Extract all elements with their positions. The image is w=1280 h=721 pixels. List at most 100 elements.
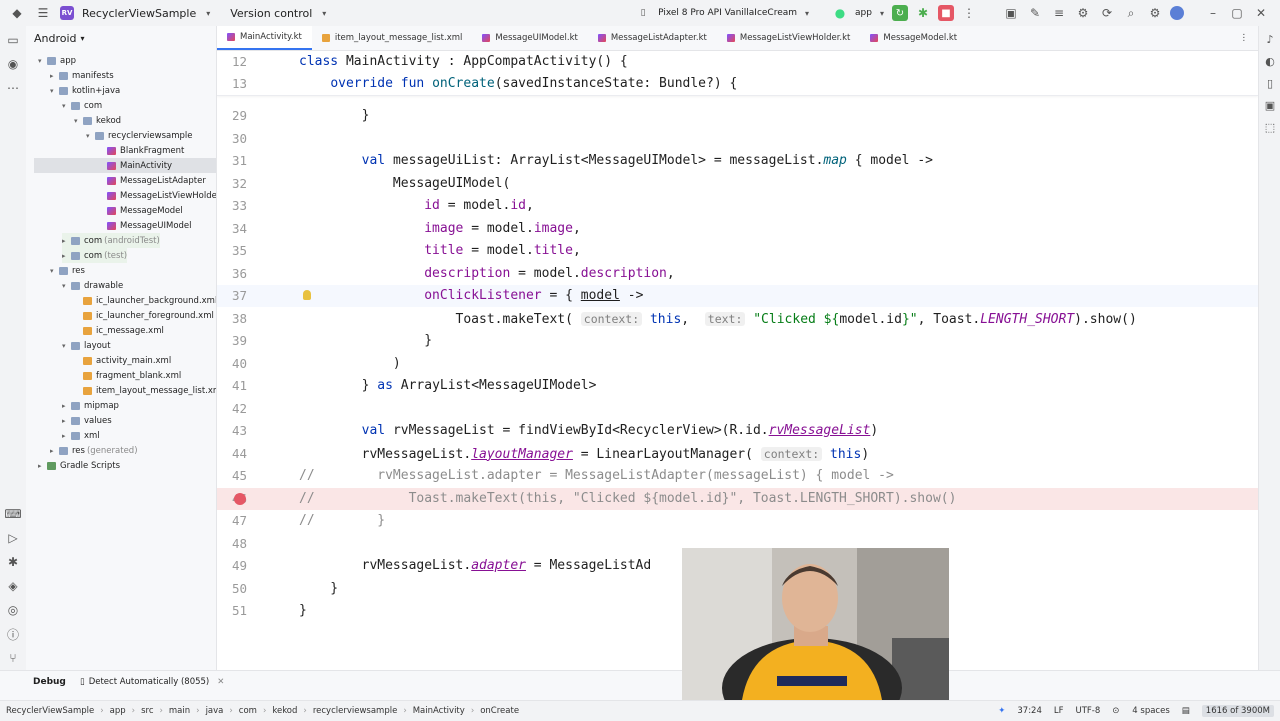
line-number[interactable]: 36 (217, 263, 247, 285)
tree-item[interactable]: ▸ xml (62, 428, 100, 443)
run-config-selector[interactable]: app (855, 8, 872, 18)
line-number[interactable]: 29 (217, 105, 247, 127)
chevron-down-icon[interactable]: ▾ (50, 87, 59, 95)
chevron-right-icon[interactable]: ▸ (38, 462, 47, 470)
breadcrumb-item[interactable]: recyclerviewsample (313, 706, 397, 716)
more-tools-icon[interactable]: ⋯ (0, 76, 26, 100)
code-line[interactable]: 13 override fun onCreate(savedInstanceSt… (217, 73, 1258, 95)
caret-position[interactable]: 37:24 (1017, 706, 1042, 716)
tree-item[interactable]: fragment_blank.xml (74, 368, 181, 383)
chevron-down-icon[interactable]: ▾ (62, 282, 71, 290)
tree-item[interactable]: BlankFragment (98, 143, 184, 158)
breadcrumb-item[interactable]: com (239, 706, 257, 716)
git-icon[interactable]: ⑂ (0, 646, 26, 670)
chevron-right-icon[interactable]: ▸ (62, 402, 71, 410)
editor-tab[interactable]: MessageUIModel.kt (472, 26, 587, 50)
tree-item[interactable]: MessageUIModel (98, 218, 192, 233)
line-number[interactable]: 38 (217, 308, 247, 330)
breakpoint-icon[interactable] (234, 492, 246, 505)
build-variants-icon[interactable]: ◈ (0, 574, 26, 598)
chevron-right-icon[interactable]: ▸ (50, 72, 59, 80)
code-line[interactable]: 33 id = model.id, (217, 195, 1258, 217)
more-icon[interactable]: ⋮ (960, 4, 978, 22)
tree-item[interactable]: ic_launcher_background.xml (74, 293, 216, 308)
line-number[interactable]: 40 (217, 353, 247, 375)
project-view-icon[interactable]: ▭ (0, 28, 26, 52)
chevron-down-icon[interactable]: ▾ (81, 34, 85, 43)
line-number[interactable]: 51 (217, 600, 247, 622)
code-line[interactable]: 36 description = model.description, (217, 263, 1258, 285)
problems-icon[interactable]: ◎ (0, 598, 26, 622)
chevron-down-icon[interactable]: ▾ (50, 267, 59, 275)
code-line[interactable]: 43 val rvMessageList = findViewById<Recy… (217, 420, 1258, 442)
line-number[interactable]: 39 (217, 330, 247, 352)
chevron-down-icon[interactable]: ▾ (86, 132, 95, 140)
tree-item[interactable]: ▾ kekod (74, 113, 121, 128)
line-number[interactable]: 42 (217, 398, 247, 420)
more-icon[interactable]: ⋮ (1230, 26, 1259, 50)
tree-item[interactable]: ▸ manifests (50, 68, 114, 83)
chevron-right-icon[interactable]: ▸ (62, 237, 71, 245)
info-icon[interactable]: ⓘ (0, 622, 26, 646)
running-devices-icon[interactable]: ▣ (1259, 94, 1280, 116)
code-line[interactable]: 35 title = model.title, (217, 240, 1258, 262)
tree-item[interactable]: ▸ res (generated) (50, 443, 138, 458)
tree-item[interactable]: ▾ recyclerviewsample (86, 128, 192, 143)
logcat-icon[interactable]: ≡ (1050, 4, 1068, 22)
project-panel-header[interactable]: Android ▾ (26, 26, 216, 50)
chevron-down-icon[interactable]: ▾ (62, 342, 71, 350)
chevron-right-icon[interactable]: ▸ (62, 252, 71, 260)
minimize-icon[interactable]: – (1204, 4, 1222, 22)
tree-item[interactable]: MessageModel (98, 203, 183, 218)
maximize-icon[interactable]: ▢ (1228, 4, 1246, 22)
code-line[interactable]: 42 (217, 398, 1258, 420)
run-icon[interactable]: ▷ (0, 526, 26, 550)
tree-item[interactable]: ic_message.xml (74, 323, 164, 338)
line-separator[interactable]: LF (1054, 706, 1064, 716)
debug-tool-icon[interactable]: ✱ (0, 550, 26, 574)
code-line[interactable]: 38 Toast.makeText( context: this, text: … (217, 308, 1258, 330)
line-number[interactable]: 44 (217, 443, 247, 465)
line-number[interactable]: 35 (217, 240, 247, 262)
device-selector[interactable]: Pixel 8 Pro API VanillaIceCream (658, 8, 797, 18)
sync-icon[interactable]: ⟳ (1098, 4, 1116, 22)
device-manager-icon[interactable]: ▣ (1002, 4, 1020, 22)
chevron-down-icon[interactable]: ▾ (878, 4, 886, 22)
code-line[interactable]: 37 onClickListener = { model -> (217, 285, 1258, 307)
line-number[interactable]: 37 (217, 285, 247, 307)
code-line[interactable]: 45 // rvMessageList.adapter = MessageList… (217, 465, 1258, 487)
code-line[interactable]: 44 rvMessageList.layoutManager = LinearL… (217, 443, 1258, 465)
line-number[interactable]: 45 (217, 465, 247, 487)
tree-item[interactable]: ▸ com (test) (62, 248, 128, 263)
sdk-manager-icon[interactable]: ⚙ (1074, 4, 1092, 22)
line-number[interactable]: 43 (217, 420, 247, 442)
code-line[interactable]: 47 // } (217, 510, 1258, 532)
tree-item[interactable]: ▾ app (38, 53, 76, 68)
avatar[interactable] (1170, 6, 1184, 20)
code-line[interactable]: 31 val messageUiList: ArrayList<MessageU… (217, 150, 1258, 172)
breadcrumb-item[interactable]: RecyclerViewSample (6, 706, 94, 716)
terminal-icon[interactable]: ⌨ (0, 502, 26, 526)
tree-item[interactable]: ▾ drawable (62, 278, 123, 293)
line-number[interactable]: 32 (217, 173, 247, 195)
window-icon[interactable]: ▤ (1182, 706, 1190, 716)
chevron-right-icon[interactable]: ▸ (62, 417, 71, 425)
tree-item[interactable]: ▸ com (androidTest) (62, 233, 160, 248)
line-number[interactable]: 13 (217, 73, 247, 95)
tree-item[interactable]: ▸ Gradle Scripts (38, 458, 120, 473)
line-number[interactable]: 30 (217, 128, 247, 150)
chevron-down-icon[interactable]: ▾ (62, 102, 71, 110)
chevron-down-icon[interactable]: ▾ (320, 4, 328, 22)
debug-tab[interactable]: Debug (33, 677, 66, 687)
code-line[interactable]: 46// Toast.makeText(this, "Clicked ${mod… (217, 487, 1258, 510)
editor-tab[interactable]: MainActivity.kt (217, 26, 312, 50)
notifications-icon[interactable]: ♪ (1259, 28, 1280, 50)
close-icon[interactable]: ✕ (217, 677, 224, 687)
tree-item[interactable]: ▾ kotlin+java (50, 83, 120, 98)
main-menu-icon[interactable]: ☰ (34, 4, 52, 22)
breadcrumb-item[interactable]: MainActivity (413, 706, 465, 716)
file-encoding[interactable]: UTF-8 (1076, 706, 1101, 716)
device-explorer-icon[interactable]: ▯ (1259, 72, 1280, 94)
tree-item[interactable]: ▸ values (62, 413, 112, 428)
line-number[interactable]: 48 (217, 533, 247, 555)
